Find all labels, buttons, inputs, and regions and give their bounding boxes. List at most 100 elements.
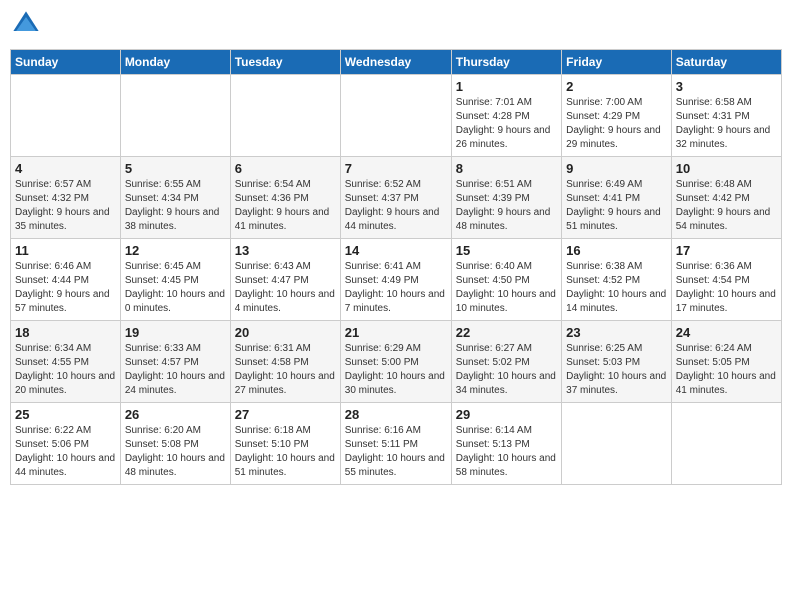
calendar-cell: 16 Sunrise: 6:38 AM Sunset: 4:52 PM Dayli… xyxy=(562,239,672,321)
day-number: 17 xyxy=(676,243,777,258)
calendar-cell: 3 Sunrise: 6:58 AM Sunset: 4:31 PM Daylig… xyxy=(671,75,781,157)
calendar-cell: 2 Sunrise: 7:00 AM Sunset: 4:29 PM Daylig… xyxy=(562,75,672,157)
calendar-cell: 20 Sunrise: 6:31 AM Sunset: 4:58 PM Dayli… xyxy=(230,321,340,403)
page-header xyxy=(10,10,782,43)
calendar-cell: 24 Sunrise: 6:24 AM Sunset: 5:05 PM Dayli… xyxy=(671,321,781,403)
cell-info: Sunrise: 6:55 AM Sunset: 4:34 PM Dayligh… xyxy=(125,178,226,234)
day-number: 7 xyxy=(345,161,447,176)
day-number: 9 xyxy=(566,161,667,176)
calendar-cell: 8 Sunrise: 6:51 AM Sunset: 4:39 PM Daylig… xyxy=(451,157,561,239)
calendar-cell xyxy=(562,403,672,485)
cell-info: Sunrise: 6:38 AM Sunset: 4:52 PM Dayligh… xyxy=(566,260,667,316)
cell-info: Sunrise: 6:45 AM Sunset: 4:45 PM Dayligh… xyxy=(125,260,226,316)
calendar-cell: 13 Sunrise: 6:43 AM Sunset: 4:47 PM Dayli… xyxy=(230,239,340,321)
calendar-cell: 5 Sunrise: 6:55 AM Sunset: 4:34 PM Daylig… xyxy=(120,157,230,239)
calendar-cell: 4 Sunrise: 6:57 AM Sunset: 4:32 PM Daylig… xyxy=(11,157,121,239)
day-number: 28 xyxy=(345,407,447,422)
day-number: 11 xyxy=(15,243,116,258)
day-header-thursday: Thursday xyxy=(451,50,561,75)
calendar-week-row: 1 Sunrise: 7:01 AM Sunset: 4:28 PM Daylig… xyxy=(11,75,782,157)
day-number: 21 xyxy=(345,325,447,340)
calendar-cell: 17 Sunrise: 6:36 AM Sunset: 4:54 PM Dayli… xyxy=(671,239,781,321)
calendar-cell: 15 Sunrise: 6:40 AM Sunset: 4:50 PM Dayli… xyxy=(451,239,561,321)
calendar-cell xyxy=(230,75,340,157)
day-number: 8 xyxy=(456,161,557,176)
cell-info: Sunrise: 6:24 AM Sunset: 5:05 PM Dayligh… xyxy=(676,342,777,398)
calendar-week-row: 25Sunrise: 6:22 AM Sunset: 5:06 PM Dayli… xyxy=(11,403,782,485)
day-header-wednesday: Wednesday xyxy=(340,50,451,75)
cell-info: Sunrise: 6:34 AM Sunset: 4:55 PM Dayligh… xyxy=(15,342,116,398)
calendar-cell: 7 Sunrise: 6:52 AM Sunset: 4:37 PM Daylig… xyxy=(340,157,451,239)
cell-info: Sunrise: 7:00 AM Sunset: 4:29 PM Dayligh… xyxy=(566,96,667,152)
day-number: 25 xyxy=(15,407,116,422)
day-number: 3 xyxy=(676,79,777,94)
cell-info: Sunrise: 6:51 AM Sunset: 4:39 PM Dayligh… xyxy=(456,178,557,234)
cell-info: Sunrise: 6:52 AM Sunset: 4:37 PM Dayligh… xyxy=(345,178,447,234)
cell-info: Sunrise: 6:49 AM Sunset: 4:41 PM Dayligh… xyxy=(566,178,667,234)
cell-info: Sunrise: 6:43 AM Sunset: 4:47 PM Dayligh… xyxy=(235,260,336,316)
cell-info: Sunrise: 6:58 AM Sunset: 4:31 PM Dayligh… xyxy=(676,96,777,152)
calendar-cell: 23 Sunrise: 6:25 AM Sunset: 5:03 PM Dayli… xyxy=(562,321,672,403)
calendar-week-row: 4 Sunrise: 6:57 AM Sunset: 4:32 PM Daylig… xyxy=(11,157,782,239)
cell-info: Sunrise: 6:40 AM Sunset: 4:50 PM Dayligh… xyxy=(456,260,557,316)
cell-info: Sunrise: 7:01 AM Sunset: 4:28 PM Dayligh… xyxy=(456,96,557,152)
calendar-cell: 18 Sunrise: 6:34 AM Sunset: 4:55 PM Dayli… xyxy=(11,321,121,403)
day-number: 15 xyxy=(456,243,557,258)
calendar-week-row: 11 Sunrise: 6:46 AM Sunset: 4:44 PM Dayli… xyxy=(11,239,782,321)
cell-info: Sunrise: 6:41 AM Sunset: 4:49 PM Dayligh… xyxy=(345,260,447,316)
cell-info: Sunrise: 6:54 AM Sunset: 4:36 PM Dayligh… xyxy=(235,178,336,234)
cell-info: Sunrise: 6:29 AM Sunset: 5:00 PM Dayligh… xyxy=(345,342,447,398)
cell-info: Sunrise: 6:20 AM Sunset: 5:08 PM Dayligh… xyxy=(125,424,226,480)
calendar-cell: 27 Sunrise: 6:18 AM Sunset: 5:10 PM Dayli… xyxy=(230,403,340,485)
calendar-cell: 10 Sunrise: 6:48 AM Sunset: 4:42 PM Dayli… xyxy=(671,157,781,239)
calendar-cell xyxy=(340,75,451,157)
calendar-table: SundayMondayTuesdayWednesdayThursdayFrid… xyxy=(10,49,782,485)
calendar-cell: 21 Sunrise: 6:29 AM Sunset: 5:00 PM Dayli… xyxy=(340,321,451,403)
cell-info: Sunrise: 6:31 AM Sunset: 4:58 PM Dayligh… xyxy=(235,342,336,398)
day-number: 19 xyxy=(125,325,226,340)
day-number: 29 xyxy=(456,407,557,422)
calendar-week-row: 18 Sunrise: 6:34 AM Sunset: 4:55 PM Dayli… xyxy=(11,321,782,403)
cell-info: Sunrise: 6:48 AM Sunset: 4:42 PM Dayligh… xyxy=(676,178,777,234)
calendar-cell: 28 Sunrise: 6:16 AM Sunset: 5:11 PM Dayli… xyxy=(340,403,451,485)
day-number: 22 xyxy=(456,325,557,340)
calendar-cell: 22Sunrise: 6:27 AM Sunset: 5:02 PM Dayli… xyxy=(451,321,561,403)
day-number: 14 xyxy=(345,243,447,258)
day-number: 2 xyxy=(566,79,667,94)
day-number: 5 xyxy=(125,161,226,176)
calendar-cell: 26Sunrise: 6:20 AM Sunset: 5:08 PM Dayli… xyxy=(120,403,230,485)
day-number: 6 xyxy=(235,161,336,176)
cell-info: Sunrise: 6:16 AM Sunset: 5:11 PM Dayligh… xyxy=(345,424,447,480)
day-number: 13 xyxy=(235,243,336,258)
day-number: 27 xyxy=(235,407,336,422)
day-number: 18 xyxy=(15,325,116,340)
calendar-cell: 29Sunrise: 6:14 AM Sunset: 5:13 PM Dayli… xyxy=(451,403,561,485)
cell-info: Sunrise: 6:25 AM Sunset: 5:03 PM Dayligh… xyxy=(566,342,667,398)
calendar-cell xyxy=(120,75,230,157)
day-number: 20 xyxy=(235,325,336,340)
day-header-sunday: Sunday xyxy=(11,50,121,75)
day-number: 10 xyxy=(676,161,777,176)
day-header-tuesday: Tuesday xyxy=(230,50,340,75)
day-header-saturday: Saturday xyxy=(671,50,781,75)
calendar-cell xyxy=(671,403,781,485)
day-number: 12 xyxy=(125,243,226,258)
calendar-header-row: SundayMondayTuesdayWednesdayThursdayFrid… xyxy=(11,50,782,75)
day-number: 24 xyxy=(676,325,777,340)
cell-info: Sunrise: 6:33 AM Sunset: 4:57 PM Dayligh… xyxy=(125,342,226,398)
calendar-cell: 1 Sunrise: 7:01 AM Sunset: 4:28 PM Daylig… xyxy=(451,75,561,157)
calendar-cell: 14 Sunrise: 6:41 AM Sunset: 4:49 PM Dayli… xyxy=(340,239,451,321)
calendar-cell: 11 Sunrise: 6:46 AM Sunset: 4:44 PM Dayli… xyxy=(11,239,121,321)
day-number: 1 xyxy=(456,79,557,94)
cell-info: Sunrise: 6:36 AM Sunset: 4:54 PM Dayligh… xyxy=(676,260,777,316)
day-header-monday: Monday xyxy=(120,50,230,75)
day-number: 23 xyxy=(566,325,667,340)
calendar-cell: 12 Sunrise: 6:45 AM Sunset: 4:45 PM Dayli… xyxy=(120,239,230,321)
cell-info: Sunrise: 6:46 AM Sunset: 4:44 PM Dayligh… xyxy=(15,260,116,316)
calendar-cell xyxy=(11,75,121,157)
cell-info: Sunrise: 6:18 AM Sunset: 5:10 PM Dayligh… xyxy=(235,424,336,480)
calendar-cell: 19 Sunrise: 6:33 AM Sunset: 4:57 PM Dayli… xyxy=(120,321,230,403)
cell-info: Sunrise: 6:57 AM Sunset: 4:32 PM Dayligh… xyxy=(15,178,116,234)
day-number: 16 xyxy=(566,243,667,258)
day-number: 4 xyxy=(15,161,116,176)
